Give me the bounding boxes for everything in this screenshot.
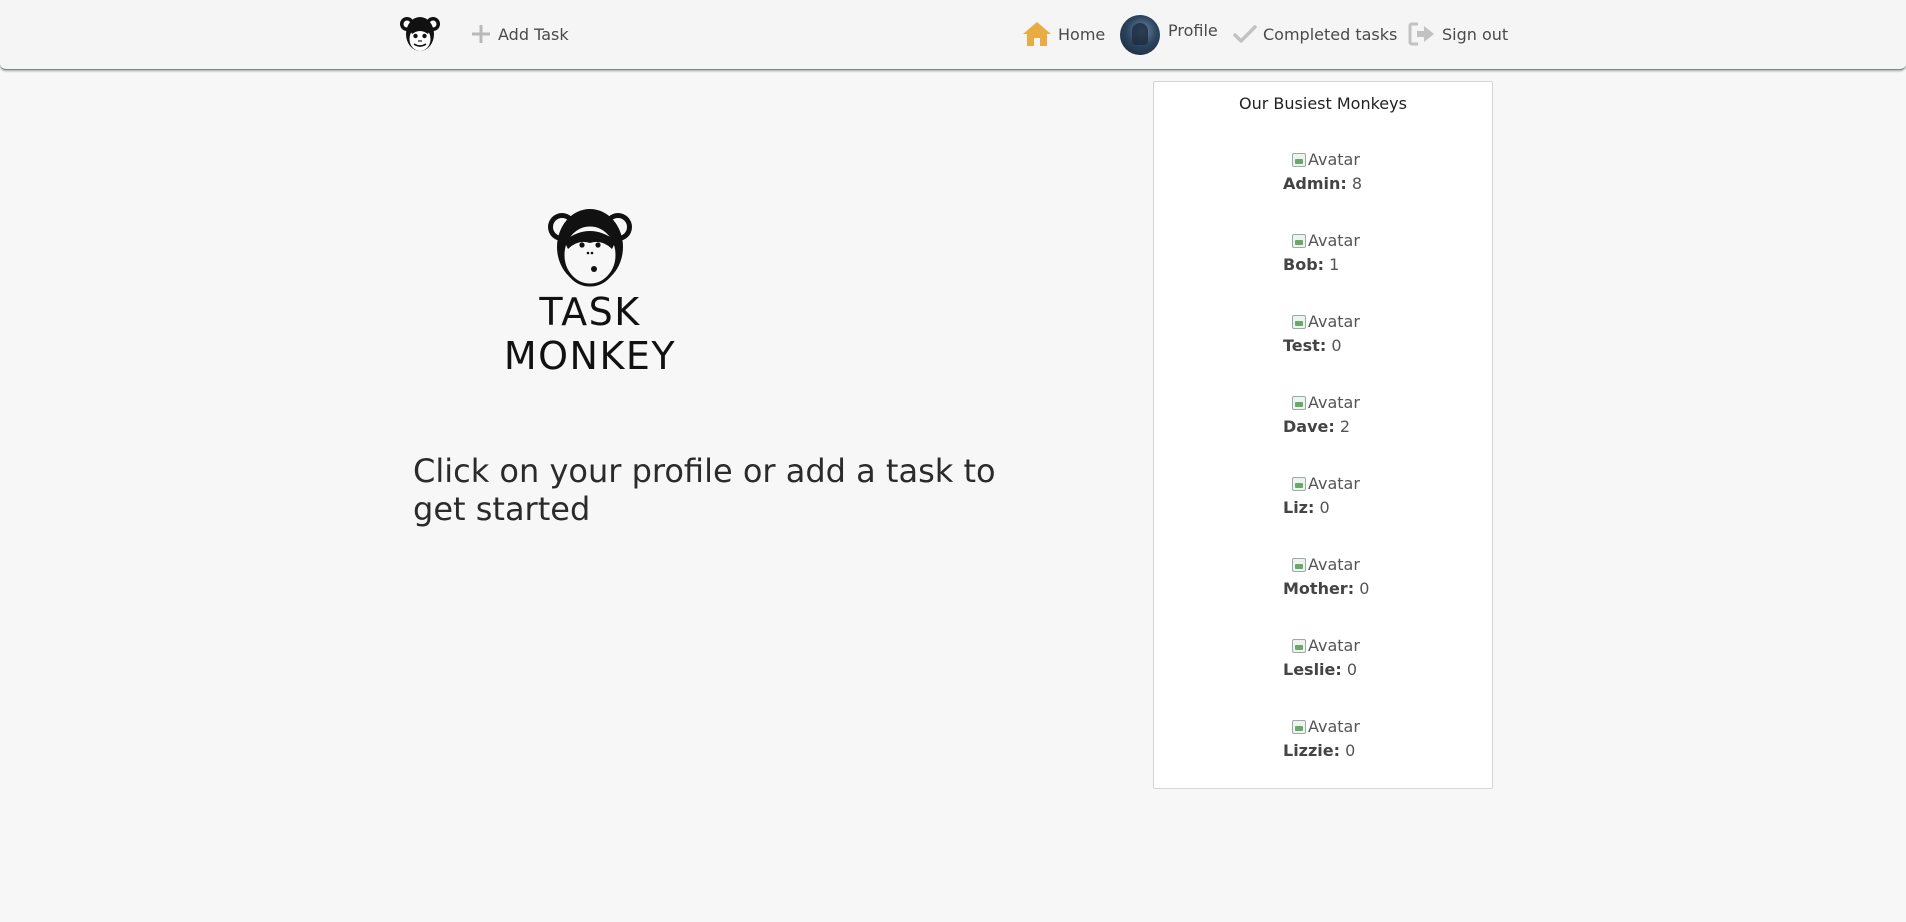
avatar: Avatar	[1292, 717, 1360, 736]
broken-image-icon	[1292, 233, 1306, 248]
monkey-count: 8	[1351, 174, 1363, 193]
avatar: Avatar	[1292, 312, 1360, 331]
avatar: Avatar	[1292, 150, 1360, 169]
avatar-alt-text: Avatar	[1308, 555, 1360, 574]
broken-image-icon	[1292, 152, 1306, 167]
avatar: Avatar	[1292, 231, 1360, 250]
monkey-count: 0	[1345, 741, 1356, 760]
avatar: Avatar	[1292, 555, 1360, 574]
monkey-count: 0	[1319, 498, 1330, 517]
home-link[interactable]: Home	[1022, 22, 1105, 46]
broken-image-icon	[1292, 719, 1306, 734]
avatar-alt-text: Avatar	[1308, 717, 1360, 736]
broken-image-icon	[1292, 476, 1306, 491]
plus-icon	[470, 23, 492, 45]
avatar-alt-text: Avatar	[1308, 474, 1360, 493]
busiest-monkeys-card: Our Busiest Monkeys Avatar Admin: 8 Avat…	[1153, 81, 1493, 789]
avatar: Avatar	[1292, 393, 1360, 412]
profile-label: Profile	[1168, 20, 1218, 40]
monkey-count: 0	[1359, 579, 1370, 598]
sign-out-icon	[1408, 22, 1436, 46]
completed-tasks-label: Completed tasks	[1263, 24, 1398, 44]
broken-image-icon	[1292, 395, 1306, 410]
monkey-count: 1	[1329, 255, 1340, 274]
card-title: Our Busiest Monkeys	[1239, 94, 1407, 113]
add-task-label: Add Task	[498, 24, 569, 44]
avatar-alt-text: Avatar	[1308, 393, 1360, 412]
monkey-name: Bob:	[1283, 255, 1325, 274]
monkey-count: 0	[1331, 336, 1342, 355]
monkey-name: Dave:	[1283, 417, 1335, 436]
avatar-alt-text: Avatar	[1308, 150, 1360, 169]
avatar: Avatar	[1292, 636, 1360, 655]
monkey-name: Mother:	[1283, 579, 1355, 598]
monkey-name: Leslie:	[1283, 660, 1342, 679]
monkey-count: 2	[1339, 417, 1351, 436]
avatar-alt-text: Avatar	[1308, 312, 1360, 331]
add-task-link[interactable]: Add Task	[470, 22, 569, 46]
broken-image-icon	[1292, 557, 1306, 572]
avatar-alt-text: Avatar	[1308, 231, 1360, 250]
hero-logo-text: TASK MONKEY	[503, 290, 677, 378]
profile-link[interactable]: Profile	[1120, 14, 1218, 56]
check-icon	[1233, 24, 1257, 44]
sign-out-label: Sign out	[1442, 24, 1509, 44]
monkey-name: Test:	[1283, 336, 1327, 355]
monkey-count: 0	[1346, 660, 1358, 679]
page-headline: Click on your profile or add a task to g…	[413, 452, 996, 528]
home-label: Home	[1058, 24, 1106, 44]
home-icon	[1022, 21, 1052, 47]
avatar-alt-text: Avatar	[1308, 636, 1360, 655]
monkey-logo-icon[interactable]	[398, 12, 442, 56]
monkey-name: Liz:	[1283, 498, 1315, 517]
completed-tasks-link[interactable]: Completed tasks	[1233, 22, 1397, 46]
monkey-name: Admin:	[1283, 174, 1347, 193]
sign-out-link[interactable]: Sign out	[1408, 22, 1508, 46]
broken-image-icon	[1292, 638, 1306, 653]
monkey-name: Lizzie:	[1283, 741, 1341, 760]
broken-image-icon	[1292, 314, 1306, 329]
navbar: Add Task Home Profile Completed tasks Si…	[0, 0, 1906, 70]
avatar	[1120, 15, 1160, 55]
avatar: Avatar	[1292, 474, 1360, 493]
